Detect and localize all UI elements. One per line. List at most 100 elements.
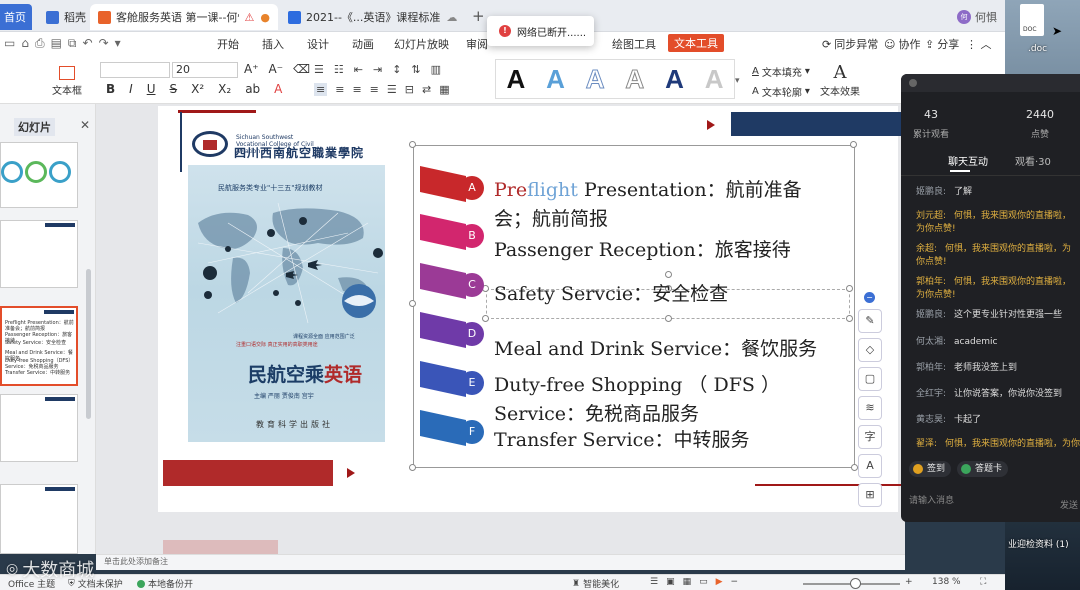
notes-bar[interactable]: 单击此处添加备注	[96, 554, 905, 570]
rotate-handle-icon[interactable]	[665, 271, 672, 278]
pen-icon[interactable]: ✎	[858, 309, 882, 333]
columns-icon[interactable]: ▥	[431, 63, 441, 76]
gallery-more-icon[interactable]: ▾	[735, 76, 740, 86]
resize-handle[interactable]	[409, 300, 416, 307]
tab-document[interactable]: 2021--《...英语》课程标准 ☁	[280, 4, 466, 30]
text-settings-icon[interactable]: A	[858, 454, 882, 478]
slide-thumb-2[interactable]	[0, 220, 78, 288]
wordart-style-6[interactable]: A	[705, 64, 724, 95]
align-left-icon[interactable]: ≡	[314, 83, 328, 96]
line-spacing-icon[interactable]: ↕	[392, 63, 401, 76]
outline-icon[interactable]: ▢	[858, 367, 882, 391]
thumbnails-scrollbar[interactable]	[86, 269, 91, 419]
layers-icon[interactable]: ≋	[858, 396, 882, 420]
italic-icon[interactable]: I	[129, 82, 133, 96]
item-e-line-2[interactable]: Service：免税商品服务	[494, 399, 699, 426]
text-fill-button[interactable]: A 文本填充 ▾	[752, 64, 810, 79]
item-a-line-2[interactable]: 会；航前简报	[494, 204, 608, 231]
outdent-icon[interactable]: ⇤	[354, 63, 363, 76]
outline-view-icon[interactable]: ☰	[650, 577, 658, 587]
sort-icon[interactable]: ⇅	[411, 63, 420, 76]
backup-status[interactable]: 本地备份开	[137, 577, 193, 590]
window-dot-icon[interactable]	[909, 79, 917, 87]
normal-view-icon[interactable]: ▣	[666, 577, 675, 587]
resize-handle[interactable]	[665, 315, 672, 322]
fill-icon[interactable]: ◇	[858, 338, 882, 362]
send-button[interactable]: 发送	[1060, 498, 1078, 511]
wordart-style-3[interactable]: A	[585, 63, 605, 95]
subscript-icon[interactable]: X₂	[218, 82, 231, 96]
play-icon[interactable]: ▶	[716, 577, 723, 587]
wordart-style-5[interactable]: A	[665, 64, 684, 95]
slide-thumb-5[interactable]	[0, 484, 78, 554]
textbox-button[interactable]: 文本框	[52, 66, 82, 97]
zoom-slider-handle[interactable]	[850, 578, 861, 589]
slide-thumb-current[interactable]: Preflight Presentation：航前准备会；航前简报 Passen…	[0, 306, 78, 386]
highlight-icon[interactable]: ab	[245, 82, 260, 96]
number-list-icon[interactable]: ☷	[334, 63, 344, 76]
align-center-icon[interactable]: ≡	[335, 83, 344, 96]
font-size-select[interactable]: 20	[172, 62, 238, 78]
strike-icon[interactable]: S	[170, 82, 178, 96]
tab-watching[interactable]: 观看·30	[1015, 153, 1051, 168]
undo-icon[interactable]: ↶	[83, 36, 93, 51]
tab-presentation[interactable]: 客舱服务英语 第一课--何惧 ⚠ ●	[90, 4, 278, 30]
collapse-icon[interactable]: −	[864, 292, 875, 303]
beautify-button[interactable]: ♜ 智能美化	[572, 577, 619, 590]
resize-handle[interactable]	[846, 285, 853, 292]
sign-in-button[interactable]: 签到	[909, 461, 952, 477]
align-right-icon[interactable]: ≡	[352, 83, 361, 96]
tab-home[interactable]: 首页	[0, 4, 32, 30]
wordart-style-2[interactable]: A	[546, 64, 565, 95]
sync-status[interactable]: ⟳ 同步异常	[822, 36, 878, 52]
menu-animation[interactable]: 动画	[352, 36, 374, 52]
menu-design[interactable]: 设计	[307, 36, 329, 52]
fit-window-icon[interactable]: ⛶	[980, 577, 986, 587]
print-icon[interactable]: ⎙	[35, 36, 45, 51]
answer-card-button[interactable]: 答题卡	[957, 461, 1009, 477]
font-color-icon[interactable]: A	[274, 82, 282, 96]
desktop-file-label[interactable]: .doc	[1028, 44, 1047, 54]
new-tab-icon[interactable]: +	[472, 7, 485, 25]
slide-thumb-4[interactable]	[0, 394, 78, 462]
bullet-list-icon[interactable]: ☰	[314, 63, 324, 76]
text-direction-icon[interactable]: ⇄	[422, 83, 431, 96]
menu-start[interactable]: 开始	[217, 36, 239, 52]
user-badge[interactable]: 何 何惧	[957, 9, 997, 25]
folder-icon[interactable]: ▭	[4, 36, 15, 51]
export-icon[interactable]: ⧉	[68, 36, 77, 51]
resize-handle[interactable]	[850, 141, 857, 148]
font-icon[interactable]: 字	[858, 425, 882, 449]
sorter-view-icon[interactable]: ▦	[683, 577, 692, 587]
close-icon[interactable]: ✕	[80, 118, 90, 132]
redo-icon[interactable]: ↷	[99, 36, 109, 51]
reading-view-icon[interactable]: ▭	[699, 577, 708, 587]
resize-handle[interactable]	[846, 315, 853, 322]
menu-insert[interactable]: 插入	[262, 36, 284, 52]
columns2-icon[interactable]: ▦	[439, 83, 449, 96]
item-f-text[interactable]: Transfer Service：中转服务	[494, 425, 750, 452]
zoom-in-icon[interactable]: +	[905, 577, 913, 587]
font-family-select[interactable]	[100, 62, 170, 78]
customize-icon[interactable]: ▾	[115, 36, 121, 51]
item-a-line-1[interactable]: Preflight Presentation：航前准备	[494, 175, 802, 202]
justify-icon[interactable]: ≡	[370, 83, 379, 96]
menu-review[interactable]: 审阅	[466, 36, 488, 52]
vertical-align-icon[interactable]: ⊟	[405, 83, 414, 96]
item-c-text[interactable]: Safety Servcie：安全检查	[494, 279, 728, 306]
menu-text-tools[interactable]: 文本工具	[668, 34, 724, 52]
underline-icon[interactable]: U	[147, 82, 156, 96]
collab-button[interactable]: ☺ 协作	[884, 36, 920, 52]
share-button[interactable]: ⇪ 分享	[925, 36, 959, 52]
tab-daoke[interactable]: 稻壳	[38, 4, 86, 30]
resize-handle[interactable]	[482, 315, 489, 322]
more-icon[interactable]: ⋮ ︿	[966, 36, 992, 52]
menu-slideshow[interactable]: 幻灯片放映	[394, 36, 449, 52]
item-e-line-1[interactable]: Duty-free Shopping （ DFS ）	[494, 370, 780, 397]
item-b-text[interactable]: Passenger Reception：旅客接待	[494, 235, 791, 262]
item-d-text[interactable]: Meal and Drink Service：餐饮服务	[494, 334, 817, 361]
zoom-out-icon[interactable]: −	[731, 577, 739, 587]
wordart-style-1[interactable]: A	[506, 64, 525, 95]
bold-icon[interactable]: B	[106, 82, 115, 96]
open-icon[interactable]: ⌂	[21, 36, 29, 51]
